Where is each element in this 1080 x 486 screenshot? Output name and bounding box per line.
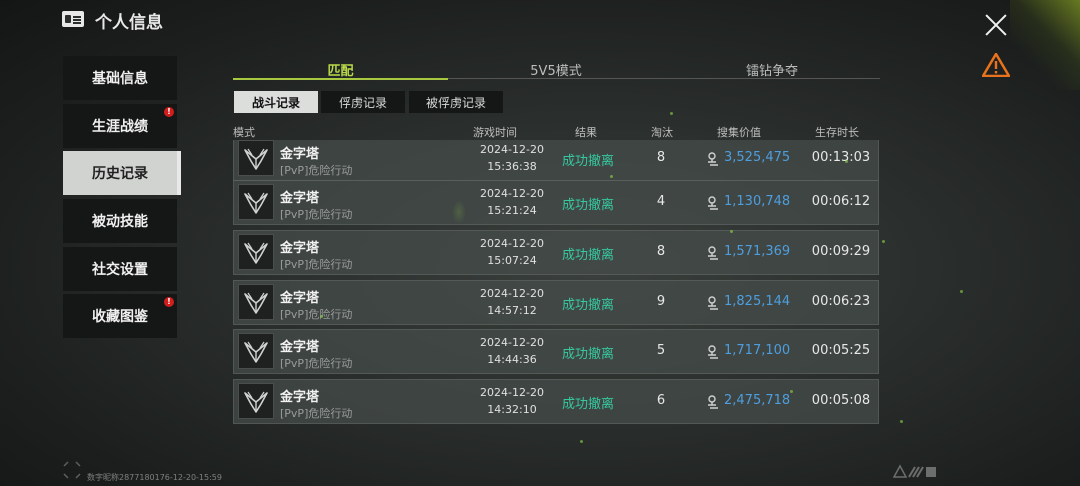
winged-emblem-icon (238, 140, 274, 176)
notification-badge: ! (164, 107, 174, 117)
winged-emblem-icon (238, 284, 274, 320)
records-table[interactable]: 金字塔 [PvP]危险行动 2024-12-20 15:36:38 成功撤离 8 3,525… (233, 140, 881, 426)
sidebar-item-label: 收藏图鉴 (92, 309, 148, 325)
background-particle (670, 112, 673, 115)
table-row[interactable]: 金字塔 [PvP]危险行动 2024-12-20 14:44:36 成功撤离 5 1,717… (233, 329, 879, 374)
page-title: 个人信息 (95, 13, 163, 33)
sidebar-item-social-settings[interactable]: 社交设置 (63, 247, 177, 291)
coin-stack-icon (706, 295, 720, 310)
mode-name: [PvP]危险行动 (280, 357, 353, 370)
column-header-mode: 模式 (233, 126, 255, 139)
column-header-result: 结果 (575, 126, 597, 139)
uid-watermark: 数字昵称2877180176-12-20-15:59 (87, 473, 222, 482)
table-row[interactable]: 金字塔 [PvP]危险行动 2024-12-20 15:21:24 成功撤离 4 1,130… (233, 180, 879, 225)
background-particle (580, 440, 583, 443)
sidebar-item-label: 社交设置 (92, 262, 148, 278)
sidebar-item-career[interactable]: 生涯战绩 ! (63, 104, 177, 148)
column-header-time: 游戏时间 (473, 126, 517, 139)
table-row[interactable]: 金字塔 [PvP]危险行动 2024-12-20 15:07:24 成功撤离 8 1,571… (233, 230, 879, 275)
id-card-icon (62, 11, 84, 27)
map-name: 金字塔 (280, 191, 320, 206)
sidebar-item-label: 基础信息 (92, 71, 148, 87)
map-name: 金字塔 (280, 241, 320, 256)
elims-count: 8 (656, 244, 666, 259)
table-row[interactable]: 金字塔 [PvP]危险行动 2024-12-20 14:57:12 成功撤离 9 1,825… (233, 280, 879, 325)
mode-name: [PvP]危险行动 (280, 407, 353, 420)
result-text: 成功撤离 (561, 198, 614, 213)
corner-glow (1010, 0, 1080, 90)
sidebar-item-label: 被动技能 (92, 214, 148, 230)
sidebar-item-collection[interactable]: 收藏图鉴 ! (63, 294, 177, 338)
coin-stack-icon (706, 151, 720, 166)
collected-value: 3,525,475 (724, 150, 791, 165)
map-name: 金字塔 (280, 390, 320, 405)
winged-emblem-icon (238, 184, 274, 220)
elims-count: 6 (656, 393, 666, 408)
coin-stack-icon (706, 245, 720, 260)
survival-time: 00:06:23 (811, 294, 871, 309)
background-particle (845, 160, 848, 163)
elims-count: 9 (656, 294, 666, 309)
table-row[interactable]: 金字塔 [PvP]危险行动 2024-12-20 15:36:38 成功撤离 8 3,525… (233, 140, 879, 181)
mode-name: [PvP]危险行动 (280, 258, 353, 271)
mode-name: [PvP]危险行动 (280, 164, 353, 177)
result-text: 成功撤离 (561, 248, 614, 263)
background-particle (882, 240, 885, 243)
result-text: 成功撤离 (561, 298, 614, 313)
mode-name: [PvP]危险行动 (280, 208, 353, 221)
subtab-battle-records[interactable]: 战斗记录 (234, 91, 318, 113)
background-particle (320, 315, 323, 318)
collected-value: 2,475,718 (724, 393, 791, 408)
sidebar-item-label: 生涯战绩 (92, 119, 148, 135)
sidebar-item-history[interactable]: 历史记录 (63, 151, 181, 195)
survival-time: 00:05:25 (811, 343, 871, 358)
column-header-elims: 淘汰 (651, 126, 673, 139)
winged-emblem-icon (238, 333, 274, 369)
winged-emblem-icon (238, 234, 274, 270)
elims-count: 5 (656, 343, 666, 358)
close-button[interactable] (983, 12, 1009, 38)
survival-time: 00:13:03 (811, 150, 871, 165)
survival-time: 00:05:08 (811, 393, 871, 408)
collected-value: 1,825,144 (724, 294, 791, 309)
survival-time: 00:06:12 (811, 194, 871, 209)
mode-name: [PvP]危险行动 (280, 308, 353, 321)
background-particle (900, 420, 903, 423)
background-particle (610, 175, 613, 178)
sidebar-item-passive-skills[interactable]: 被动技能 (63, 199, 177, 243)
collected-value: 1,571,369 (724, 244, 791, 259)
subtab-capture-records[interactable]: 俘虏记录 (321, 91, 405, 113)
coin-stack-icon (706, 394, 720, 409)
column-header-value: 搜集价值 (717, 126, 761, 139)
background-particle (730, 230, 733, 233)
coin-stack-icon (706, 195, 720, 210)
elims-count: 4 (656, 194, 666, 209)
sidebar-item-basic-info[interactable]: 基础信息 (63, 56, 177, 100)
map-name: 金字塔 (280, 147, 320, 162)
warning-icon[interactable] (981, 52, 1011, 78)
subtab-captured-records[interactable]: 被俘虏记录 (409, 91, 503, 113)
corner-bracket-icon (62, 460, 82, 480)
column-header-survival: 生存时长 (815, 126, 859, 139)
collected-value: 1,717,100 (724, 343, 791, 358)
elims-count: 8 (656, 150, 666, 165)
winged-emblem-icon (238, 383, 274, 419)
notification-badge: ! (164, 297, 174, 307)
collected-value: 1,130,748 (724, 194, 791, 209)
sidebar-item-label: 历史记录 (92, 166, 148, 182)
map-name: 金字塔 (280, 340, 320, 355)
tab-match[interactable]: 匹配 (233, 60, 448, 80)
result-text: 成功撤离 (561, 397, 614, 412)
tab-5v5[interactable]: 5V5模式 (448, 60, 664, 79)
table-row[interactable]: 金字塔 [PvP]危险行动 2024-12-20 14:32:10 成功撤离 6 2,475… (233, 379, 879, 424)
background-particle (960, 290, 963, 293)
result-text: 成功撤离 (561, 347, 614, 362)
result-text: 成功撤离 (561, 154, 614, 169)
coin-stack-icon (706, 344, 720, 359)
map-name: 金字塔 (280, 291, 320, 306)
background-particle (790, 390, 793, 393)
survival-time: 00:09:29 (811, 244, 871, 259)
logo-mark-icon (892, 463, 951, 478)
tab-diamond-contest[interactable]: 镭钻争夺 (664, 60, 880, 79)
